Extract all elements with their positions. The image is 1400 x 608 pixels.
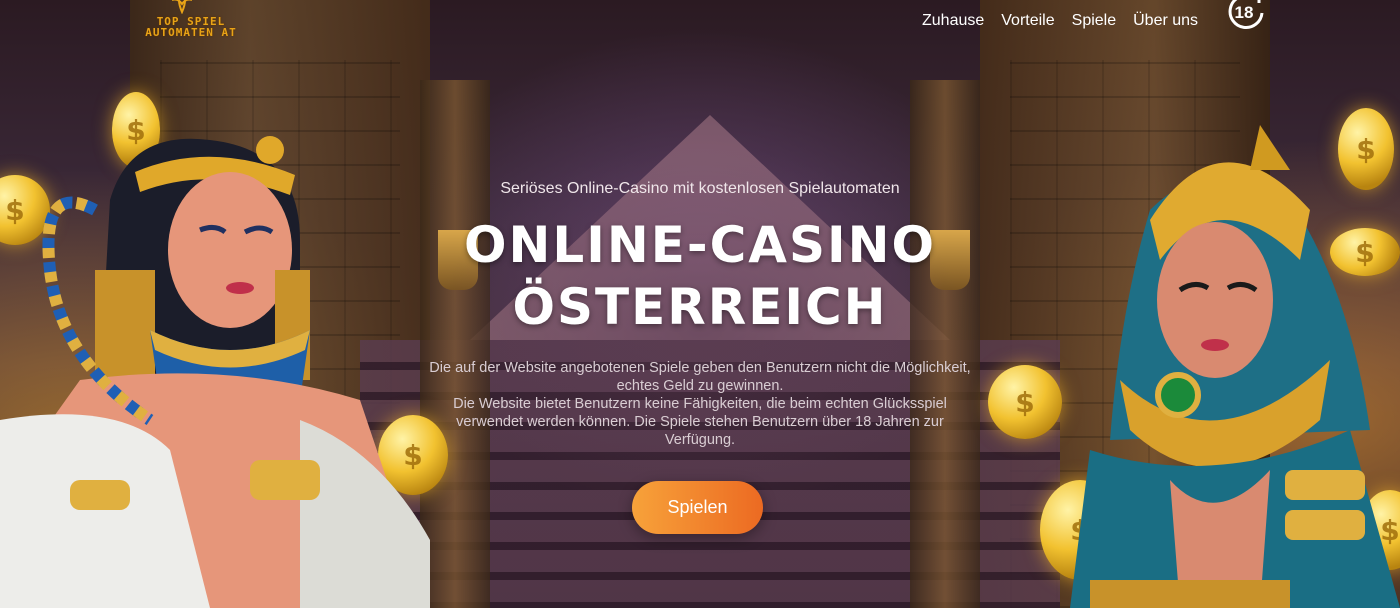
main-nav: Zuhause Vorteile Spiele Über uns [922,12,1198,30]
nav-link-spiele[interactable]: Spiele [1072,12,1116,30]
hero-subtitle: Seriöses Online-Casino mit kostenlosen S… [500,180,900,197]
hero-section: Seriöses Online-Casino mit kostenlosen S… [400,180,1000,338]
nav-link-ueber-uns[interactable]: Über uns [1133,12,1198,30]
disclaimer-text-1: Die auf der Website angebotenen Spiele g… [429,360,971,394]
age-restriction-18-plus-icon: 18 [1228,0,1264,29]
age-badge-label: 18 [1235,3,1254,22]
hero-title-line1: ONLINE-CASINO [464,216,936,274]
winged-scarab-icon [172,0,192,14]
play-button[interactable]: Spielen [632,481,763,534]
hero-disclaimer: Die auf der Website angebotenen Spiele g… [420,359,980,449]
nav-link-vorteile[interactable]: Vorteile [1001,12,1054,30]
hero-title-line2: ÖSTERREICH [512,278,888,336]
hero-title: ONLINE-CASINO ÖSTERREICH [400,214,1000,338]
logo-text-line2: AUTOMATEN AT [145,26,237,39]
site-header: TOP SPIEL AUTOMATEN AT Zuhause Vorteile … [0,0,1400,44]
nav-link-zuhause[interactable]: Zuhause [922,12,984,30]
site-logo[interactable]: TOP SPIEL AUTOMATEN AT [126,0,256,40]
bastet-illustration [1070,125,1400,608]
disclaimer-text-2: Die Website bietet Benutzern keine Fähig… [453,396,947,448]
cleopatra-illustration [0,136,430,608]
